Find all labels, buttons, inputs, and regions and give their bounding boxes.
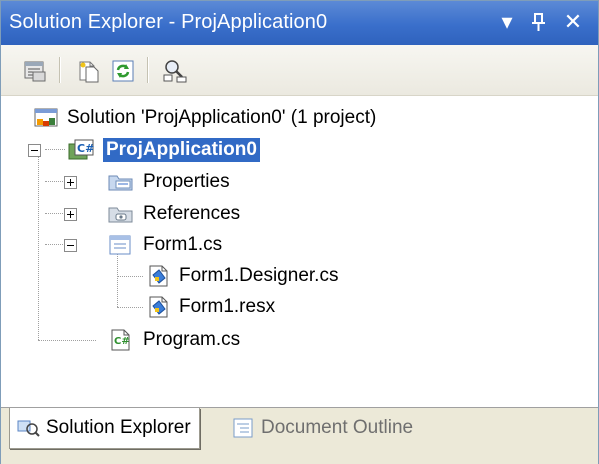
tree-connector (45, 213, 65, 214)
tree-node-label: Program.cs (143, 329, 241, 350)
solution-explorer-window: Solution Explorer - ProjApplication0 ▾ ✕ (0, 0, 599, 464)
resource-file-icon (149, 296, 168, 318)
pin-icon (532, 13, 545, 31)
tree-connector (45, 181, 65, 182)
solution-tree[interactable]: Solution 'ProjApplication0' (1 project) … (1, 96, 598, 406)
solution-explorer-icon (17, 420, 40, 437)
window-position-dropdown-button[interactable]: ▾ (493, 7, 521, 37)
tab-label: Solution Explorer (46, 417, 191, 438)
tree-node-label: ProjApplication0 (103, 138, 260, 162)
document-outline-icon (233, 418, 253, 438)
tree-node-label: Solution 'ProjApplication0' (1 project) (67, 107, 377, 128)
close-button[interactable]: ✕ (559, 7, 587, 37)
toolbar (1, 45, 598, 96)
properties-icon (24, 61, 46, 82)
tree-node-label: References (143, 203, 241, 224)
toolbar-separator (147, 57, 148, 83)
auto-hide-pin-button[interactable] (525, 7, 553, 37)
tree-connector (45, 149, 65, 150)
toolbar-separator (59, 57, 60, 83)
references-folder-icon (108, 207, 133, 223)
tree-connector (38, 150, 39, 340)
collapse-toggle[interactable] (64, 239, 77, 252)
tab-document-outline[interactable]: Document Outline (225, 408, 419, 448)
window-title: Solution Explorer - ProjApplication0 (9, 11, 328, 33)
title-bar[interactable]: Solution Explorer - ProjApplication0 ▾ ✕ (1, 1, 598, 45)
collapse-toggle[interactable] (28, 144, 41, 157)
tree-node-properties[interactable]: Properties (107, 168, 230, 196)
tree-node-form1-designer[interactable]: Form1.Designer.cs (145, 262, 338, 290)
view-class-diagram-button[interactable] (159, 56, 191, 86)
show-all-files-button[interactable] (73, 56, 105, 86)
tree-node-form1[interactable]: Form1.cs (107, 231, 222, 259)
csharp-project-icon: C# (68, 139, 94, 160)
class-diagram-icon (163, 60, 187, 83)
tree-node-label: Form1.resx (179, 296, 276, 317)
svg-text:C#: C# (114, 336, 130, 347)
tab-label: Document Outline (261, 417, 414, 438)
svg-text:C#: C# (77, 142, 94, 155)
csharp-file-icon: C# (111, 329, 130, 351)
refresh-icon (112, 60, 134, 82)
tree-node-label: Properties (143, 171, 230, 192)
tree-node-project[interactable]: C# ProjApplication0 (67, 136, 260, 164)
tool-window-tabs: Solution Explorer Document Outline (1, 407, 598, 464)
tree-node-references[interactable]: References (107, 200, 240, 228)
tree-connector (117, 276, 143, 277)
tree-node-label: Form1.cs (143, 234, 223, 255)
properties-button[interactable] (19, 56, 51, 86)
tree-node-form1-resx[interactable]: Form1.resx (145, 293, 275, 321)
tree-connector (117, 251, 118, 307)
tab-solution-explorer[interactable]: Solution Explorer (9, 408, 200, 449)
form-icon (109, 235, 131, 255)
solution-icon (34, 108, 58, 127)
expand-toggle[interactable] (64, 208, 77, 221)
refresh-button[interactable] (107, 56, 139, 86)
show-all-files-icon (79, 61, 99, 83)
csharp-file-icon (149, 265, 168, 287)
dropdown-arrow-icon: ▾ (501, 9, 513, 34)
tree-node-program[interactable]: C# Program.cs (107, 326, 240, 354)
tree-node-label: Form1.Designer.cs (179, 265, 339, 286)
tree-connector (45, 244, 65, 245)
tree-connector (117, 307, 143, 308)
tree-node-solution[interactable]: Solution 'ProjApplication0' (1 project) (33, 104, 376, 132)
properties-folder-icon (108, 175, 133, 191)
expand-toggle[interactable] (64, 176, 77, 189)
tree-connector (38, 340, 96, 341)
close-icon: ✕ (563, 9, 583, 34)
